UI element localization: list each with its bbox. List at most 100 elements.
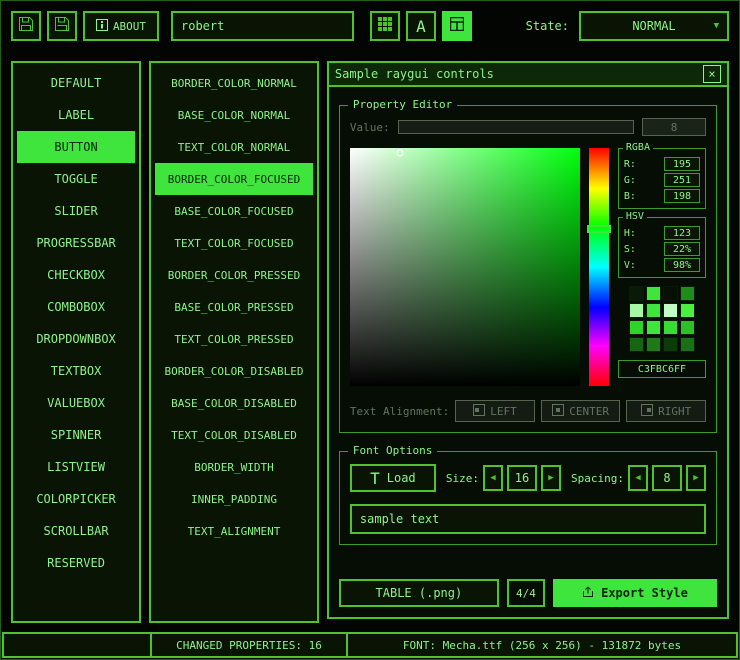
list-item[interactable]: DEFAULT xyxy=(17,67,135,99)
s-value-box[interactable]: 22% xyxy=(664,242,700,256)
list-item[interactable]: TEXT_COLOR_NORMAL xyxy=(155,131,313,163)
list-item[interactable]: TEXT_COLOR_DISABLED xyxy=(155,419,313,451)
hue-slider[interactable] xyxy=(589,148,609,386)
size-increment-button[interactable]: ▶ xyxy=(541,465,561,491)
palette-swatch[interactable] xyxy=(680,320,695,335)
color-palette xyxy=(618,286,706,352)
floppy-disk-icon xyxy=(18,16,34,36)
export-counter-box[interactable]: 4/4 xyxy=(507,579,545,607)
list-item[interactable]: SLIDER xyxy=(17,195,135,227)
g-label: G: xyxy=(624,175,636,186)
list-item[interactable]: BORDER_COLOR_DISABLED xyxy=(155,355,313,387)
palette-swatch[interactable] xyxy=(646,303,661,318)
list-item[interactable]: DROPDOWNBOX xyxy=(17,323,135,355)
sample-text-input[interactable]: sample text xyxy=(350,504,706,534)
list-item[interactable]: BASE_COLOR_PRESSED xyxy=(155,291,313,323)
list-item[interactable]: BORDER_COLOR_NORMAL xyxy=(155,67,313,99)
list-item[interactable]: BORDER_WIDTH xyxy=(155,451,313,483)
list-item[interactable]: COMBOBOX xyxy=(17,291,135,323)
rgba-row-g: G: 251 xyxy=(624,173,700,187)
list-item[interactable]: PROGRESSBAR xyxy=(17,227,135,259)
list-item[interactable]: LABEL xyxy=(17,99,135,131)
window-close-button[interactable]: × xyxy=(703,65,721,83)
palette-swatch[interactable] xyxy=(629,303,644,318)
list-item[interactable]: BASE_COLOR_FOCUSED xyxy=(155,195,313,227)
palette-swatch[interactable] xyxy=(646,337,661,352)
palette-swatch[interactable] xyxy=(680,303,695,318)
palette-swatch[interactable] xyxy=(629,286,644,301)
hue-slider-handle xyxy=(587,225,611,233)
palette-swatch[interactable] xyxy=(663,320,678,335)
hsv-row-h: H: 123 xyxy=(624,226,700,240)
spacing-value-box[interactable]: 8 xyxy=(652,465,682,491)
about-button[interactable]: ABOUT xyxy=(83,11,159,41)
list-item[interactable]: RESERVED xyxy=(17,547,135,579)
list-item[interactable]: BASE_COLOR_DISABLED xyxy=(155,387,313,419)
control-edit-mode-button[interactable] xyxy=(442,11,472,41)
sample-controls-window: Sample raygui controls × Property Editor… xyxy=(327,61,729,619)
list-item[interactable]: BORDER_COLOR_PRESSED xyxy=(155,259,313,291)
saturation-value-picker[interactable] xyxy=(350,148,580,386)
style-table-button[interactable] xyxy=(370,11,400,41)
list-item[interactable]: LISTVIEW xyxy=(17,451,135,483)
load-font-button[interactable]: T Load xyxy=(350,464,436,492)
rgba-row-b: B: 198 xyxy=(624,189,700,203)
palette-swatch[interactable] xyxy=(680,337,695,352)
palette-swatch[interactable] xyxy=(646,286,661,301)
spacing-increment-button[interactable]: ▶ xyxy=(686,465,706,491)
arrow-right-icon: ▶ xyxy=(693,473,698,483)
value-box[interactable]: 8 xyxy=(642,118,706,136)
color-values-column: RGBA R: 195 G: 251 B: xyxy=(618,148,706,386)
value-slider[interactable] xyxy=(398,120,634,134)
palette-swatch[interactable] xyxy=(663,337,678,352)
palette-swatch[interactable] xyxy=(663,286,678,301)
list-item[interactable]: BASE_COLOR_NORMAL xyxy=(155,99,313,131)
list-item-selected[interactable]: BORDER_COLOR_FOCUSED xyxy=(155,163,313,195)
g-value-box[interactable]: 251 xyxy=(664,173,700,187)
floppy-disk-icon xyxy=(54,16,70,36)
list-item[interactable]: TEXT_COLOR_FOCUSED xyxy=(155,227,313,259)
window-body: Property Editor Value: 8 xyxy=(329,87,727,617)
align-center-button[interactable]: CENTER xyxy=(541,400,621,422)
font-atlas-button[interactable]: A xyxy=(406,11,436,41)
palette-swatch[interactable] xyxy=(646,320,661,335)
align-right-button[interactable]: RIGHT xyxy=(626,400,706,422)
list-item[interactable]: COLORPICKER xyxy=(17,483,135,515)
list-item[interactable]: TEXT_ALIGNMENT xyxy=(155,515,313,547)
b-value-box[interactable]: 198 xyxy=(664,189,700,203)
load-style-button[interactable] xyxy=(11,11,41,41)
align-left-button[interactable]: LEFT xyxy=(455,400,535,422)
font-options-group: Font Options T Load Size: ◀ 16 ▶ Spacing… xyxy=(339,451,717,545)
list-item[interactable]: SCROLLBAR xyxy=(17,515,135,547)
v-value-box[interactable]: 98% xyxy=(664,258,700,272)
palette-swatch[interactable] xyxy=(663,303,678,318)
export-format-dropdown[interactable]: TABLE (.png) xyxy=(339,579,499,607)
list-item[interactable]: VALUEBOX xyxy=(17,387,135,419)
group-title: Property Editor xyxy=(348,98,457,111)
letter-a-icon: A xyxy=(416,17,426,36)
list-item-selected[interactable]: BUTTON xyxy=(17,131,135,163)
spacing-decrement-button[interactable]: ◀ xyxy=(628,465,648,491)
align-left-icon xyxy=(473,404,485,419)
rgba-group: RGBA R: 195 G: 251 B: xyxy=(618,148,706,209)
list-item[interactable]: TEXTBOX xyxy=(17,355,135,387)
list-item[interactable]: INNER_PADDING xyxy=(155,483,313,515)
palette-swatch[interactable] xyxy=(680,286,695,301)
palette-swatch[interactable] xyxy=(629,320,644,335)
list-item[interactable]: CHECKBOX xyxy=(17,259,135,291)
size-decrement-button[interactable]: ◀ xyxy=(483,465,503,491)
list-item[interactable]: SPINNER xyxy=(17,419,135,451)
list-item[interactable]: TEXT_COLOR_PRESSED xyxy=(155,323,313,355)
export-style-button[interactable]: Export Style xyxy=(553,579,717,607)
style-name-input[interactable] xyxy=(171,11,354,41)
window-titlebar[interactable]: Sample raygui controls × xyxy=(329,63,727,87)
state-dropdown[interactable]: NORMAL ▼ xyxy=(579,11,729,41)
palette-swatch[interactable] xyxy=(629,337,644,352)
r-value-box[interactable]: 195 xyxy=(664,157,700,171)
save-style-button[interactable] xyxy=(47,11,77,41)
hex-color-textbox[interactable]: C3FBC6FF xyxy=(618,360,706,378)
load-font-label: Load xyxy=(387,471,416,485)
list-item[interactable]: TOGGLE xyxy=(17,163,135,195)
h-value-box[interactable]: 123 xyxy=(664,226,700,240)
size-value-box[interactable]: 16 xyxy=(507,465,537,491)
